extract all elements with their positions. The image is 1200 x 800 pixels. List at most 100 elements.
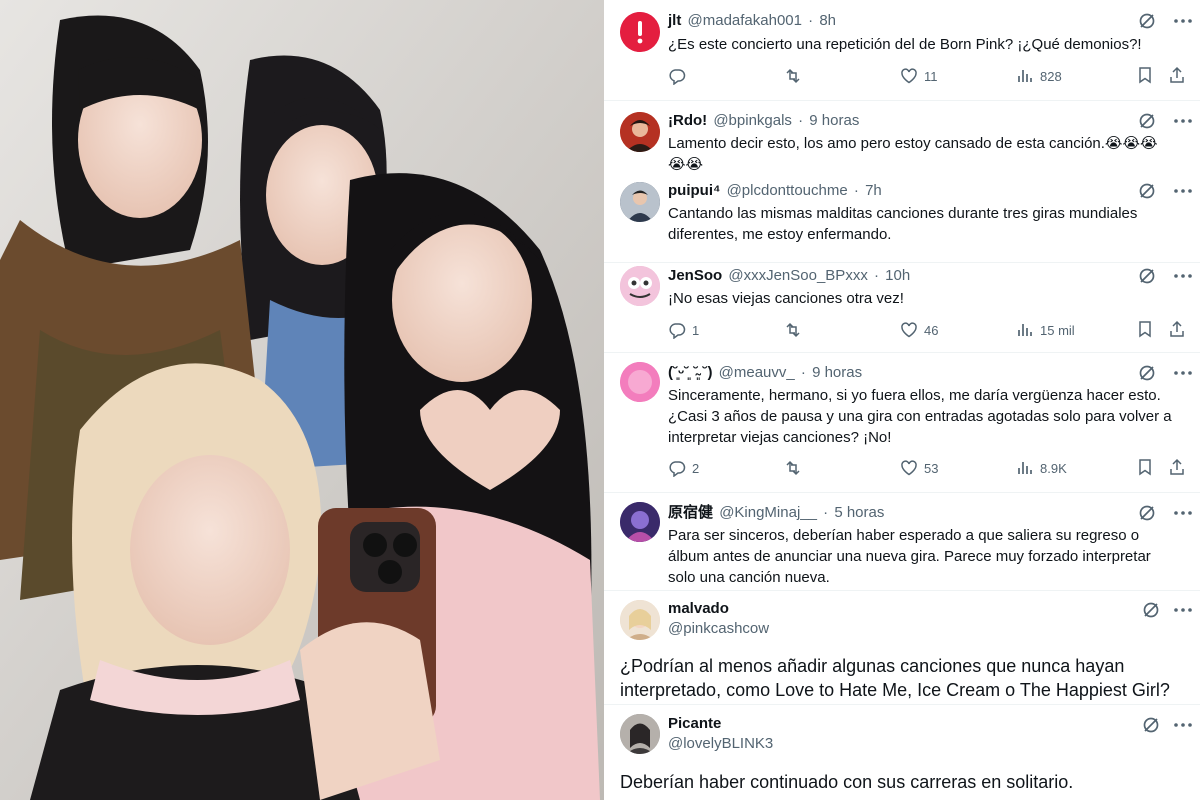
reply-button[interactable]	[668, 66, 692, 86]
author-handle[interactable]: @madafakah001	[688, 12, 802, 29]
tweet-text-line: ¿Casi 3 años de pausa y una gira con ent…	[668, 408, 1172, 425]
avatar[interactable]	[620, 714, 660, 754]
reply-icon	[669, 461, 686, 477]
tweet-header: jlt @madafakah001 · 8h	[668, 11, 836, 31]
reply-button[interactable]: 2	[668, 458, 699, 478]
more-icon[interactable]	[1172, 601, 1194, 619]
timestamp[interactable]: 9 horas	[809, 112, 859, 129]
reply-count: 2	[692, 460, 700, 476]
views-button[interactable]: 828	[1016, 66, 1062, 86]
like-button[interactable]: 11	[900, 66, 938, 86]
tweet-2[interactable]: ¡Rdo! @bpinkgals · 9 horas Lamento decir…	[604, 100, 1200, 178]
author-name[interactable]: malvado	[668, 600, 729, 618]
more-icon[interactable]	[1172, 182, 1194, 200]
like-icon	[901, 322, 917, 338]
tweet-1[interactable]: jlt @madafakah001 · 8h ¿Es este conciert…	[604, 0, 1200, 100]
bookmark-icon[interactable]	[1136, 66, 1154, 84]
grok-icon[interactable]	[1138, 112, 1156, 130]
tweet-text: Cantando las mismas malditas canciones d…	[668, 203, 1188, 245]
more-icon[interactable]	[1172, 504, 1194, 522]
grok-icon[interactable]	[1138, 12, 1156, 30]
share-icon[interactable]	[1168, 66, 1186, 84]
author-name[interactable]: Picante	[668, 715, 721, 733]
share-icon[interactable]	[1168, 458, 1186, 476]
grok-icon[interactable]	[1138, 364, 1156, 382]
author-name[interactable]: 原宿健	[668, 504, 713, 521]
author-handle[interactable]: @meauvv_	[719, 364, 795, 381]
avatar[interactable]	[620, 600, 660, 640]
avatar[interactable]	[620, 182, 660, 222]
tweet-text: Lamento decir esto, los amo pero estoy c…	[668, 133, 1188, 175]
tweet-3[interactable]: puipui⁴ @plcdonttouchme · 7h Cantando la…	[604, 178, 1200, 262]
grok-icon[interactable]	[1142, 716, 1160, 734]
like-button[interactable]: 53	[900, 458, 938, 478]
avatar[interactable]	[620, 12, 660, 52]
retweet-button[interactable]	[784, 320, 802, 340]
retweet-button[interactable]	[784, 458, 802, 478]
tweet-6[interactable]: 原宿健 @KingMinaj__ · 5 horas Para ser sinc…	[604, 492, 1200, 590]
timestamp[interactable]: 5 horas	[834, 504, 884, 521]
share-icon[interactable]	[1168, 320, 1186, 338]
author-handle[interactable]: @pinkcashcow	[668, 620, 769, 638]
author-handle[interactable]: @bpinkgals	[713, 112, 792, 129]
like-count: 53	[924, 460, 939, 476]
tweet-text: ¿Es este concierto una repetición del de…	[668, 36, 1142, 53]
tweet-text-line: Sinceramente, hermano, si yo fuera ellos…	[668, 387, 1161, 404]
timestamp[interactable]: 10h	[885, 267, 910, 284]
separator-dot: ·	[808, 12, 814, 29]
timestamp[interactable]: 9 horas	[812, 364, 862, 381]
views-icon	[1018, 70, 1032, 82]
more-icon[interactable]	[1172, 12, 1194, 30]
timestamp[interactable]: 8h	[819, 12, 836, 29]
grok-icon[interactable]	[1138, 182, 1156, 200]
bookmark-icon[interactable]	[1136, 458, 1154, 476]
tweet-feed: jlt @madafakah001 · 8h ¿Es este conciert…	[604, 0, 1200, 800]
separator-dot: ·	[798, 112, 804, 129]
reply-count: 1	[692, 322, 700, 338]
tweet-7[interactable]: malvado @pinkcashcow ¿Podrían al menos a…	[604, 590, 1200, 702]
tweet-text-line: interpretado, como Love to Hate Me, Ice …	[620, 680, 1170, 700]
author-handle[interactable]: @lovelyBLINK3	[668, 735, 773, 753]
group-photo	[0, 0, 604, 800]
avatar[interactable]	[620, 502, 660, 542]
group-photo-illustration	[0, 0, 604, 800]
like-button[interactable]: 46	[900, 320, 938, 340]
views-icon	[1018, 462, 1032, 474]
author-name[interactable]: ¡Rdo!	[668, 112, 707, 129]
tweet-text-line: 😭😭	[668, 156, 704, 173]
views-icon	[1018, 324, 1032, 336]
author-name[interactable]: (˘͈ᵕ˘͈ ˘̴͈ ˘)	[668, 364, 712, 381]
tweet-header: 原宿健 @KingMinaj__ · 5 horas	[668, 503, 884, 523]
author-name[interactable]: puipui⁴	[668, 182, 720, 199]
timestamp[interactable]: 7h	[865, 182, 882, 199]
views-button[interactable]: 8.9K	[1016, 458, 1067, 478]
grok-icon[interactable]	[1138, 504, 1156, 522]
more-icon[interactable]	[1172, 364, 1194, 382]
author-handle[interactable]: @KingMinaj__	[719, 504, 817, 521]
avatar[interactable]	[620, 112, 660, 152]
grok-icon[interactable]	[1142, 601, 1160, 619]
tweet-text-line: álbum antes de anunciar una nueva gira. …	[668, 548, 1151, 565]
tweet-text: Sinceramente, hermano, si yo fuera ellos…	[668, 385, 1188, 448]
retweet-icon	[786, 68, 800, 84]
tweet-actions: 2 53 8.9K	[668, 458, 1188, 478]
reply-button[interactable]: 1	[668, 320, 699, 340]
tweet-text-line: Cantando las mismas malditas canciones d…	[668, 205, 1138, 222]
tweet-8[interactable]: Picante @lovelyBLINK3 Deberían haber con…	[604, 704, 1200, 800]
more-icon[interactable]	[1172, 112, 1194, 130]
avatar[interactable]	[620, 266, 660, 306]
avatar[interactable]	[620, 362, 660, 402]
tweet-4[interactable]: JenSoo @xxxJenSoo_BPxxx · 10h ¡No esas v…	[604, 262, 1200, 352]
author-handle[interactable]: @xxxJenSoo_BPxxx	[728, 267, 867, 284]
tweet-5[interactable]: (˘͈ᵕ˘͈ ˘̴͈ ˘) @meauvv_ · 9 horas Sincera…	[604, 352, 1200, 492]
more-icon[interactable]	[1172, 716, 1194, 734]
author-name[interactable]: JenSoo	[668, 267, 722, 284]
author-handle[interactable]: @plcdonttouchme	[727, 182, 848, 199]
tweet-text-line: ¿Podrían al menos añadir algunas cancion…	[620, 656, 1125, 676]
bookmark-icon[interactable]	[1136, 320, 1154, 338]
retweet-button[interactable]	[784, 66, 802, 86]
views-button[interactable]: 15 mil	[1016, 320, 1075, 340]
grok-icon[interactable]	[1138, 267, 1156, 285]
more-icon[interactable]	[1172, 267, 1194, 285]
author-name[interactable]: jlt	[668, 12, 681, 29]
